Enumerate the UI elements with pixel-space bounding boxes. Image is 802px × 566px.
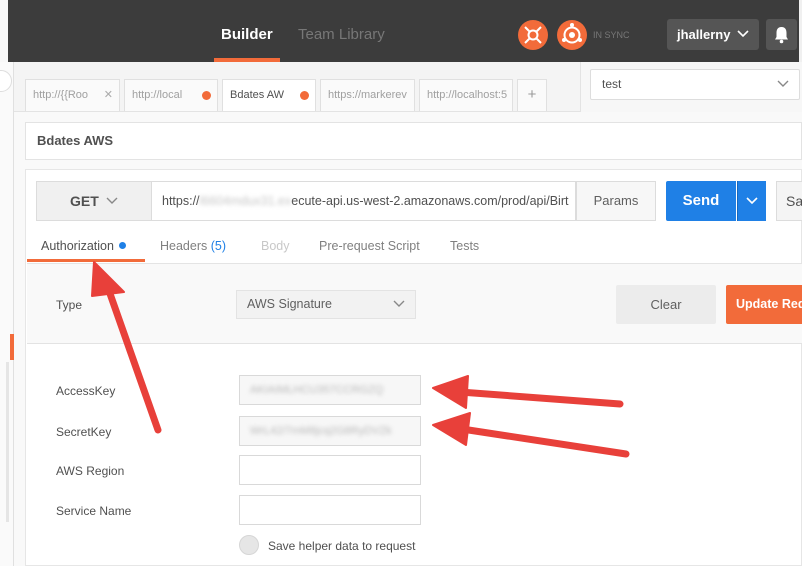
request-tabs-bar: http://{{Roo ✕ http://local Bdates AW ht… bbox=[14, 62, 580, 112]
save-helper-toggle[interactable] bbox=[239, 535, 259, 555]
update-request-button[interactable]: Update Requ bbox=[726, 285, 802, 324]
request-tab-active[interactable]: Bdates AW bbox=[222, 79, 316, 111]
environment-select[interactable]: test bbox=[590, 69, 800, 100]
service-name-input[interactable] bbox=[239, 495, 421, 525]
url-prefix: https:// bbox=[162, 194, 200, 208]
method-select[interactable]: GET bbox=[36, 181, 152, 221]
auth-type-select[interactable]: AWS Signature bbox=[236, 290, 416, 319]
request-tab-label: Bdates AW bbox=[230, 89, 285, 101]
add-tab-button[interactable]: + bbox=[517, 79, 547, 111]
aws-region-label: AWS Region bbox=[56, 464, 125, 478]
tab-headers[interactable]: Headers (5) bbox=[160, 239, 226, 253]
secret-key-label: SecretKey bbox=[56, 425, 112, 439]
request-tab-label: http://{{Roo bbox=[33, 89, 89, 101]
send-button[interactable]: Send bbox=[666, 181, 736, 221]
tab-authorization[interactable]: Authorization bbox=[41, 239, 126, 253]
auth-type-value: AWS Signature bbox=[247, 297, 332, 311]
active-tab-underline bbox=[27, 259, 145, 262]
url-input[interactable]: https://l6604mdux31.execute-api.us-west-… bbox=[152, 181, 576, 221]
save-button[interactable]: Sa bbox=[776, 181, 802, 221]
unsaved-dot-icon bbox=[300, 91, 309, 100]
secret-key-input[interactable]: WrL42/7mM8jcq2G8RyDVZk bbox=[239, 416, 421, 446]
notifications-button[interactable] bbox=[766, 19, 797, 50]
environment-area: test bbox=[580, 62, 802, 112]
sync-icon[interactable] bbox=[557, 20, 587, 50]
chevron-down-icon bbox=[393, 291, 405, 328]
url-rest: ecute-api.us-west-2.amazonaws.com/prod/a… bbox=[291, 194, 569, 208]
chevron-down-icon bbox=[777, 70, 789, 110]
sidebar-scrollbar[interactable] bbox=[6, 362, 9, 522]
request-tab-label: http://local bbox=[132, 89, 183, 101]
tab-team-library[interactable]: Team Library bbox=[298, 0, 385, 62]
sidebar-search-button[interactable] bbox=[0, 70, 12, 92]
service-name-label: Service Name bbox=[56, 504, 132, 518]
user-menu-button[interactable]: jhallerny bbox=[667, 19, 759, 50]
access-key-input[interactable]: AKIAIMLHCU357CCRGZQ bbox=[239, 375, 421, 405]
unsaved-dot-icon bbox=[202, 91, 211, 100]
chevron-down-icon bbox=[106, 182, 118, 234]
tab-tests[interactable]: Tests bbox=[450, 239, 479, 253]
access-key-value: AKIAIMLHCU357CCRGZQ bbox=[250, 384, 384, 396]
params-button[interactable]: Params bbox=[576, 181, 656, 221]
close-icon[interactable]: ✕ bbox=[104, 80, 113, 110]
aws-region-input[interactable] bbox=[239, 455, 421, 485]
bell-icon bbox=[775, 27, 788, 44]
sidebar bbox=[0, 62, 14, 566]
request-tab[interactable]: http://localhost:5 bbox=[419, 79, 513, 111]
active-dot-icon bbox=[118, 242, 126, 249]
interceptor-icon[interactable] bbox=[518, 20, 548, 50]
request-tab-label: https://markerev bbox=[328, 89, 407, 101]
send-dropdown-button[interactable] bbox=[737, 181, 766, 221]
clear-button[interactable]: Clear bbox=[616, 285, 716, 324]
tab-prerequest-script[interactable]: Pre-request Script bbox=[319, 239, 420, 253]
chevron-down-icon bbox=[737, 19, 749, 61]
sync-status: IN SYNC bbox=[593, 30, 630, 40]
headers-count: (5) bbox=[210, 239, 227, 253]
save-helper-label: Save helper data to request bbox=[268, 539, 416, 553]
sidebar-toggle-area bbox=[0, 0, 8, 62]
tab-headers-label: Headers bbox=[160, 239, 208, 253]
request-tab-label: http://localhost:5 bbox=[427, 89, 508, 101]
tab-authorization-label: Authorization bbox=[41, 239, 114, 253]
request-name[interactable]: Bdates AWS bbox=[25, 122, 802, 160]
secret-key-value: WrL42/7mM8jcq2G8RyDVZk bbox=[250, 425, 392, 437]
request-tab[interactable]: http://{{Roo ✕ bbox=[25, 79, 120, 111]
environment-value: test bbox=[602, 77, 622, 91]
access-key-label: AccessKey bbox=[56, 384, 116, 398]
chevron-down-icon bbox=[746, 197, 758, 205]
tab-builder[interactable]: Builder bbox=[214, 0, 280, 62]
url-redacted: l6604mdux31.ex bbox=[199, 194, 292, 208]
tab-body[interactable]: Body bbox=[261, 239, 290, 253]
request-tab[interactable]: http://local bbox=[124, 79, 218, 111]
username: jhallerny bbox=[677, 27, 731, 42]
type-label: Type bbox=[56, 298, 83, 312]
top-bar: Builder Team Library IN SYNC jhallerny bbox=[0, 0, 802, 62]
method-value: GET bbox=[70, 193, 99, 209]
request-tab[interactable]: https://markerev bbox=[320, 79, 415, 111]
